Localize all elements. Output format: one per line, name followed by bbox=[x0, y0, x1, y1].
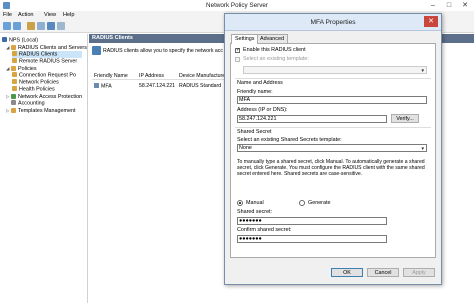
folder-icon bbox=[11, 65, 16, 71]
manual-radio[interactable] bbox=[237, 200, 243, 206]
radius-clients-icon bbox=[92, 46, 101, 55]
minimize-button[interactable]: – bbox=[425, 0, 441, 11]
tree-item-health-policies[interactable]: Health Policies bbox=[12, 86, 55, 93]
title-bar: Network Policy Server – □ ✕ bbox=[0, 0, 474, 11]
friendly-name-label: Friendly name: bbox=[237, 89, 273, 95]
tree-item-connection-request[interactable]: Connection Request Po bbox=[12, 72, 76, 79]
folder-icon bbox=[12, 79, 17, 84]
ok-button[interactable]: OK bbox=[331, 268, 363, 277]
pane-description: RADIUS clients allow you to specify the … bbox=[92, 46, 232, 60]
shared-secret-template-select[interactable]: None ▼ bbox=[237, 144, 427, 152]
mfa-properties-dialog: MFA Properties ✕ Settings Advanced Enabl… bbox=[224, 13, 442, 285]
manual-label: Manual bbox=[246, 200, 264, 206]
menu-help[interactable]: Help bbox=[63, 12, 75, 18]
enable-client-label: Enable this RADIUS client bbox=[243, 47, 306, 53]
cancel-button[interactable]: Cancel bbox=[367, 268, 399, 277]
forward-icon[interactable] bbox=[13, 22, 21, 30]
navigation-tree: NPS (Local) ◢ RADIUS Clients and Servers … bbox=[0, 34, 88, 303]
enable-client-checkbox[interactable] bbox=[235, 47, 240, 53]
close-button[interactable]: ✕ bbox=[457, 0, 473, 11]
shared-secret-label: Shared secret: bbox=[237, 209, 273, 215]
tree-item-templates[interactable]: ▷ Templates Management bbox=[6, 107, 76, 114]
help-icon[interactable] bbox=[47, 22, 55, 30]
address-input[interactable]: 58.247.124.221 bbox=[237, 115, 387, 123]
accounting-icon bbox=[11, 100, 16, 105]
col-device-manufacturer[interactable]: Device Manufacturer bbox=[179, 73, 227, 79]
friendly-name-input[interactable]: MFA bbox=[237, 96, 427, 104]
dialog-title-bar: MFA Properties ✕ bbox=[225, 14, 441, 31]
folder-icon bbox=[12, 51, 17, 56]
confirm-secret-label: Confirm shared secret: bbox=[237, 227, 292, 233]
shared-secret-instructions: To manually type a shared secret, click … bbox=[237, 159, 425, 177]
tree-item-radius-clients-servers[interactable]: ◢ RADIUS Clients and Servers bbox=[6, 44, 87, 51]
tree-item-nap[interactable]: ▷ Network Access Protection bbox=[6, 93, 82, 100]
menu-file[interactable]: File bbox=[3, 12, 12, 18]
properties-icon[interactable] bbox=[37, 22, 45, 30]
verify-button[interactable]: Verify... bbox=[391, 114, 419, 123]
existing-template-checkbox[interactable] bbox=[235, 57, 240, 62]
back-icon[interactable] bbox=[3, 22, 11, 30]
folder-icon bbox=[12, 86, 17, 91]
menu-action[interactable]: Action bbox=[18, 12, 34, 18]
existing-template-label: Select an existing template: bbox=[243, 56, 309, 62]
apply-button[interactable]: Apply bbox=[403, 268, 435, 277]
folder-icon bbox=[12, 72, 17, 77]
tree-item-policies[interactable]: ◢ Policies bbox=[6, 65, 37, 72]
folder-icon bbox=[12, 58, 17, 63]
menu-view[interactable]: View bbox=[44, 12, 56, 18]
address-label: Address (IP or DNS): bbox=[237, 107, 288, 113]
shared-secret-input[interactable]: ●●●●●●● bbox=[237, 217, 387, 225]
col-ip-address[interactable]: IP Address bbox=[139, 73, 164, 79]
server-icon bbox=[2, 37, 7, 42]
shield-icon bbox=[11, 93, 16, 99]
window-title: Network Policy Server bbox=[206, 2, 268, 9]
chevron-down-icon: ▼ bbox=[420, 146, 425, 151]
divider bbox=[235, 127, 431, 128]
tree-item-remote-radius[interactable]: Remote RADIUS Server bbox=[12, 58, 77, 65]
console-icon[interactable] bbox=[57, 22, 65, 30]
tab-settings[interactable]: Settings bbox=[231, 34, 259, 44]
folder-icon[interactable] bbox=[27, 22, 35, 30]
shared-secret-template-label: Select an existing Shared Secrets templa… bbox=[237, 137, 342, 143]
settings-panel: Enable this RADIUS client Select an exis… bbox=[230, 43, 436, 258]
generate-radio[interactable] bbox=[299, 200, 305, 206]
generate-label: Generate bbox=[308, 200, 331, 206]
divider bbox=[235, 78, 431, 79]
chevron-down-icon: ▼ bbox=[420, 68, 425, 73]
folder-icon bbox=[11, 44, 16, 50]
tree-item-radius-clients[interactable]: RADIUS Clients bbox=[12, 51, 82, 58]
maximize-button[interactable]: □ bbox=[441, 0, 457, 11]
confirm-secret-input[interactable]: ●●●●●●● bbox=[237, 235, 387, 243]
folder-icon bbox=[11, 107, 16, 113]
shared-secret-heading: Shared Secret bbox=[237, 129, 272, 135]
dialog-title: MFA Properties bbox=[310, 19, 356, 26]
tab-advanced[interactable]: Advanced bbox=[256, 34, 288, 43]
name-address-heading: Name and Address bbox=[237, 80, 283, 86]
tree-item-network-policies[interactable]: Network Policies bbox=[12, 79, 59, 86]
dialog-close-button[interactable]: ✕ bbox=[424, 16, 438, 27]
col-friendly-name[interactable]: Friendly Name bbox=[94, 73, 128, 79]
tree-item-accounting[interactable]: Accounting bbox=[6, 100, 45, 107]
tree-item-nps-local[interactable]: NPS (Local) bbox=[2, 37, 38, 44]
radius-client-icon bbox=[94, 83, 99, 88]
template-select[interactable]: ▼ bbox=[243, 66, 427, 74]
